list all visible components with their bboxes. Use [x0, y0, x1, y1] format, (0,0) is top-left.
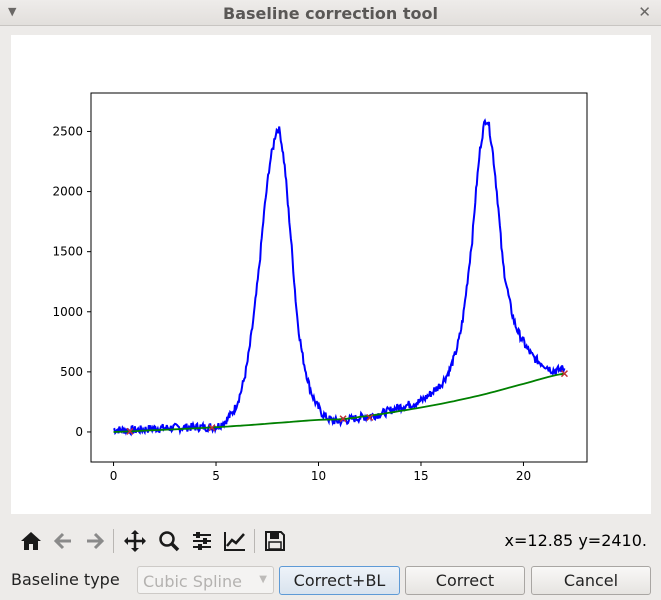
- y-tick-label: 2000: [52, 185, 83, 199]
- zoom-icon[interactable]: [155, 527, 183, 555]
- chevron-down-icon: ▼: [259, 574, 267, 585]
- close-icon[interactable]: ✕: [638, 3, 651, 21]
- y-tick-label: 1500: [52, 245, 83, 259]
- baseline-type-value: Cubic Spline: [143, 572, 242, 591]
- correct-button[interactable]: Correct: [405, 566, 525, 595]
- control-bar: Baseline type Cubic Spline ▼ Correct+BL …: [0, 562, 661, 598]
- chart: 0 5 10 15 20 0 500 1000 1500 2000 2500: [52, 92, 588, 483]
- baseline-type-select[interactable]: Cubic Spline ▼: [137, 566, 274, 594]
- axes-icon[interactable]: [221, 527, 249, 555]
- x-tick-label: 15: [413, 469, 428, 483]
- x-tick-label: 0: [110, 469, 118, 483]
- pan-icon[interactable]: [121, 527, 149, 555]
- home-icon[interactable]: [17, 527, 45, 555]
- title-bar: ▼ Baseline correction tool ✕: [0, 0, 661, 26]
- cancel-button[interactable]: Cancel: [531, 566, 651, 595]
- sliders-icon[interactable]: [188, 527, 216, 555]
- back-arrow-icon[interactable]: [49, 527, 77, 555]
- navigation-toolbar: x=12.85 y=2410.: [11, 522, 651, 560]
- correct-bl-button[interactable]: Correct+BL: [279, 566, 400, 595]
- save-icon[interactable]: [261, 527, 289, 555]
- plot-canvas[interactable]: 0 5 10 15 20 0 500 1000 1500 2000 2500: [11, 35, 651, 514]
- y-tick-label: 0: [75, 425, 83, 439]
- window-title: Baseline correction tool: [223, 4, 438, 23]
- x-tick-label: 5: [212, 469, 220, 483]
- baseline-type-label: Baseline type: [11, 570, 120, 589]
- y-tick-label: 1000: [52, 305, 83, 319]
- y-tick-label: 2500: [52, 124, 83, 138]
- plot-frame: [90, 92, 588, 463]
- y-tick-label: 500: [60, 365, 83, 379]
- cursor-coordinates: x=12.85 y=2410.: [504, 531, 647, 550]
- x-tick-label: 10: [311, 469, 326, 483]
- forward-arrow-icon[interactable]: [81, 527, 109, 555]
- x-tick-label: 20: [516, 469, 531, 483]
